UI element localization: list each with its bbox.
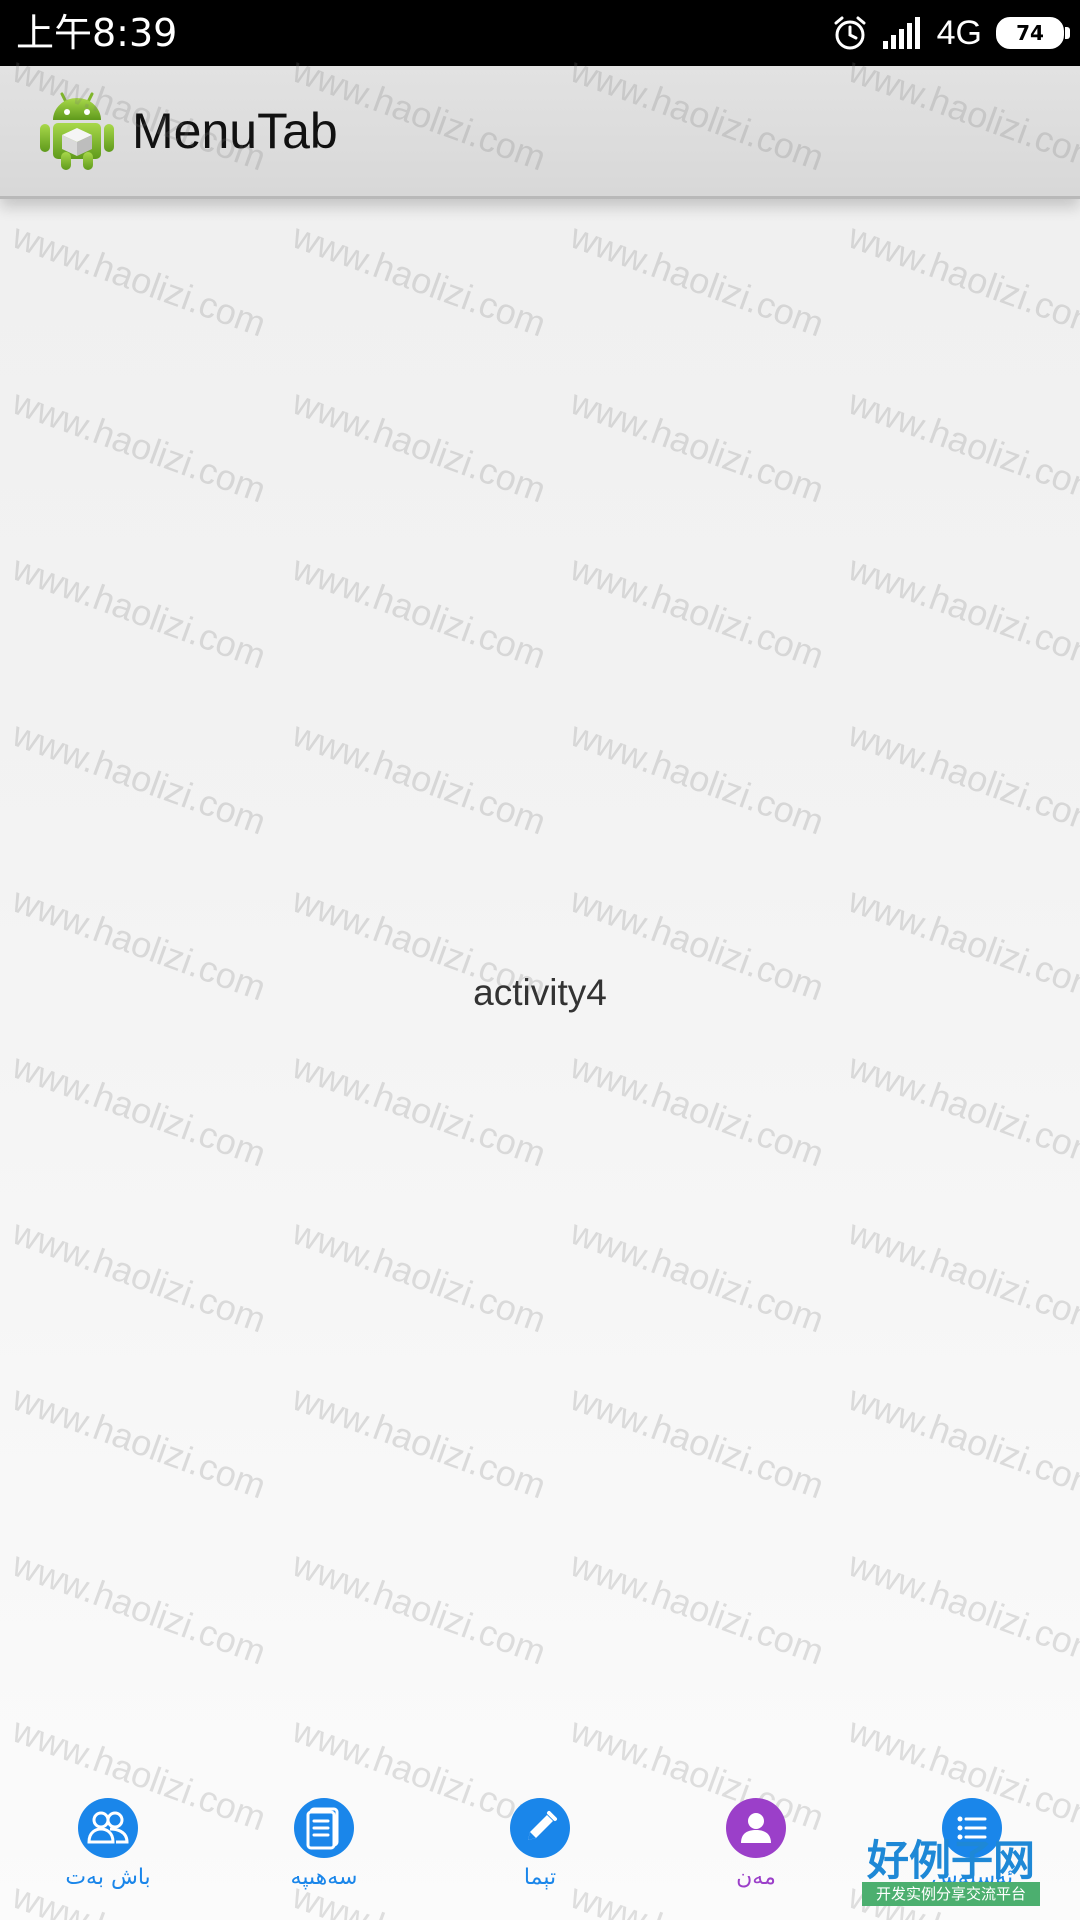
watermark-text: www.haolizi.com xyxy=(286,1045,551,1175)
watermark-text: www.haolizi.com xyxy=(842,713,1080,843)
app-title: MenuTab xyxy=(132,103,338,159)
content-text: activity4 xyxy=(473,972,607,1013)
watermark-text: www.haolizi.com xyxy=(564,1377,829,1507)
tab-circle xyxy=(726,1798,786,1858)
person-icon xyxy=(741,1813,771,1843)
screen: 上午8:39 4G 74 MenuTab www.haolizi.com www… xyxy=(0,0,1080,1920)
network-type: 4G xyxy=(936,14,982,52)
status-icons: 4G 74 xyxy=(831,10,1070,56)
watermark-text: www.haolizi.com xyxy=(286,1543,551,1673)
watermark-text: www.haolizi.com xyxy=(286,1377,551,1507)
watermark: www.haolizi.com www.haolizi.com www.haoliz… xyxy=(6,49,1080,1920)
watermark-text: www.haolizi.com xyxy=(564,215,829,345)
pencil-icon xyxy=(528,1811,557,1840)
tab-label: مەن xyxy=(736,1865,776,1890)
tab-circle xyxy=(294,1798,354,1858)
watermark-text: www.haolizi.com xyxy=(564,1045,829,1175)
watermark-text: www.haolizi.com xyxy=(842,1045,1080,1175)
watermark-text: www.haolizi.com xyxy=(564,1211,829,1341)
watermark-text: www.haolizi.com xyxy=(564,1543,829,1673)
watermark-text: www.haolizi.com xyxy=(6,1543,271,1673)
signal-icon xyxy=(882,17,920,49)
alarm-icon xyxy=(834,16,866,50)
watermark-text: www.haolizi.com xyxy=(6,215,271,345)
tab-me[interactable]: مەن xyxy=(648,1790,864,1920)
status-bar: 上午8:39 4G 74 xyxy=(0,0,1080,66)
watermark-text: www.haolizi.com xyxy=(6,713,271,843)
action-bar: MenuTab xyxy=(0,66,1080,199)
tab-circle xyxy=(510,1798,570,1858)
watermark-text: www.haolizi.com xyxy=(564,547,829,677)
watermark-text: www.haolizi.com xyxy=(286,547,551,677)
logo-sub-text: 开发实例分享交流平台 xyxy=(862,1882,1040,1906)
battery-icon: 74 xyxy=(996,17,1070,49)
document-icon xyxy=(306,1807,339,1850)
watermark-text: www.haolizi.com xyxy=(286,381,551,511)
watermark-text: www.haolizi.com xyxy=(6,381,271,511)
users-icon xyxy=(87,1811,129,1844)
android-icon xyxy=(40,92,114,170)
tab-label: سەھىپە xyxy=(290,1865,358,1890)
site-logo: 好例子网 开发实例分享交流平台 xyxy=(862,1838,1040,1906)
watermark-text: www.haolizi.com xyxy=(286,215,551,345)
tab-label: تېما xyxy=(523,1865,557,1890)
watermark-text: www.haolizi.com xyxy=(6,1211,271,1341)
watermark-text: www.haolizi.com xyxy=(6,1045,271,1175)
watermark-text: www.haolizi.com xyxy=(842,1377,1080,1507)
watermark-text: www.haolizi.com xyxy=(286,713,551,843)
tab-home[interactable]: باش بەت xyxy=(0,1790,216,1920)
watermark-text: www.haolizi.com xyxy=(842,381,1080,511)
tab-label: باش بەت xyxy=(65,1865,151,1890)
tab-category[interactable]: سەھىپە xyxy=(216,1790,432,1920)
watermark-text: www.haolizi.com xyxy=(564,381,829,511)
battery-level: 74 xyxy=(1016,21,1044,45)
status-time: 上午8:39 xyxy=(16,11,178,55)
tab-circle xyxy=(78,1798,138,1858)
watermark-text: www.haolizi.com xyxy=(564,713,829,843)
watermark-text: www.haolizi.com xyxy=(842,547,1080,677)
tab-topic[interactable]: تېما xyxy=(432,1790,648,1920)
watermark-text: www.haolizi.com xyxy=(6,547,271,677)
logo-main-text: 好例子网 xyxy=(866,1836,1035,1885)
watermark-text: www.haolizi.com xyxy=(6,1377,271,1507)
watermark-text: www.haolizi.com xyxy=(842,1211,1080,1341)
watermark-text: www.haolizi.com xyxy=(842,215,1080,345)
watermark-text: www.haolizi.com xyxy=(286,1211,551,1341)
watermark-text: www.haolizi.com xyxy=(842,1543,1080,1673)
